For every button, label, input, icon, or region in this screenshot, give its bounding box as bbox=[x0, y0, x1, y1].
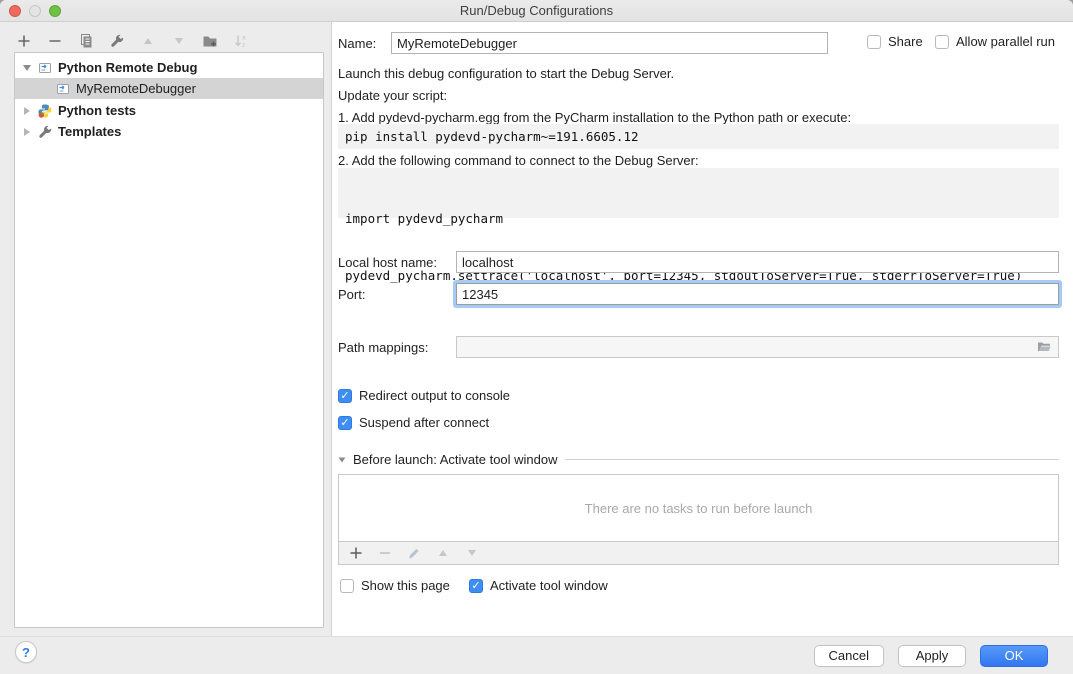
new-folder-icon[interactable] bbox=[202, 33, 218, 49]
wrench-icon bbox=[37, 124, 53, 140]
configurations-toolbar: az bbox=[16, 30, 249, 52]
checkbox-box[interactable] bbox=[338, 389, 352, 403]
activate-tool-window-checkbox[interactable]: Activate tool window bbox=[469, 578, 608, 593]
checkbox-box[interactable] bbox=[935, 35, 949, 49]
instruction-step-2: 2. Add the following command to connect … bbox=[338, 153, 699, 168]
checkbox-label: Suspend after connect bbox=[359, 415, 489, 430]
collapse-icon[interactable] bbox=[339, 457, 346, 462]
allow-parallel-run-checkbox[interactable]: Allow parallel run bbox=[935, 34, 1055, 49]
ok-button[interactable]: OK bbox=[980, 645, 1048, 667]
port-label: Port: bbox=[338, 287, 365, 302]
chevron-right-icon[interactable] bbox=[22, 128, 32, 136]
tree-item-label: Python Remote Debug bbox=[58, 60, 197, 75]
instruction-step-1: 1. Add pydevd-pycharm.egg from the PyCha… bbox=[338, 110, 851, 125]
checkbox-label: Share bbox=[888, 34, 923, 49]
svg-text:z: z bbox=[242, 42, 245, 49]
tree-item-templates[interactable]: Templates bbox=[15, 121, 323, 142]
local-host-label: Local host name: bbox=[338, 255, 437, 270]
checkbox-box[interactable] bbox=[338, 416, 352, 430]
title-bar: Run/Debug Configurations bbox=[0, 0, 1073, 22]
checkbox-box[interactable] bbox=[867, 35, 881, 49]
configuration-editor-panel: Name: Share Allow parallel run Launch th… bbox=[331, 22, 1073, 636]
edit-task-icon bbox=[406, 545, 422, 561]
remove-icon[interactable] bbox=[47, 33, 63, 49]
copy-icon[interactable] bbox=[78, 33, 94, 49]
move-task-up-icon bbox=[435, 545, 451, 561]
remote-debug-icon bbox=[55, 81, 71, 97]
move-down-icon bbox=[171, 33, 187, 49]
tree-item-label: Templates bbox=[58, 124, 121, 139]
tree-item-python-tests[interactable]: Python tests bbox=[15, 100, 323, 121]
section-rule bbox=[565, 459, 1059, 460]
dialog-button-bar: Cancel Apply OK bbox=[0, 636, 1073, 674]
move-up-icon bbox=[140, 33, 156, 49]
redirect-output-checkbox[interactable]: Redirect output to console bbox=[338, 388, 510, 403]
sort-alphabetically-icon: az bbox=[233, 33, 249, 49]
run-debug-configurations-dialog: Run/Debug Configurations az bbox=[0, 0, 1073, 674]
show-this-page-checkbox[interactable]: Show this page bbox=[340, 578, 450, 593]
move-task-down-icon bbox=[464, 545, 480, 561]
tree-item-myremotedebugger[interactable]: MyRemoteDebugger bbox=[15, 78, 323, 99]
checkbox-label: Activate tool window bbox=[490, 578, 608, 593]
tasks-toolbar bbox=[338, 542, 1059, 565]
checkbox-box[interactable] bbox=[340, 579, 354, 593]
edit-templates-icon[interactable] bbox=[109, 33, 125, 49]
before-launch-title: Before launch: Activate tool window bbox=[353, 452, 558, 467]
tree-item-label: MyRemoteDebugger bbox=[76, 81, 196, 96]
tree-item-python-remote-debug[interactable]: Python Remote Debug bbox=[15, 57, 323, 78]
path-mappings-label: Path mappings: bbox=[338, 340, 428, 355]
instruction-line-2: Update your script: bbox=[338, 88, 447, 103]
add-icon[interactable] bbox=[16, 33, 32, 49]
python-tests-icon bbox=[37, 103, 53, 119]
remote-debug-icon bbox=[37, 60, 53, 76]
configurations-tree: Python Remote Debug MyRemoteDebugger Pyt… bbox=[14, 52, 324, 628]
instruction-line-1: Launch this debug configuration to start… bbox=[338, 66, 674, 81]
before-launch-task-list: There are no tasks to run before launch bbox=[338, 474, 1059, 542]
tree-item-label: Python tests bbox=[58, 103, 136, 118]
browse-folder-icon[interactable] bbox=[1036, 339, 1054, 358]
before-launch-section-header[interactable]: Before launch: Activate tool window bbox=[338, 452, 1059, 467]
path-mappings-input[interactable] bbox=[456, 336, 1059, 358]
remove-task-icon bbox=[377, 545, 393, 561]
checkbox-box[interactable] bbox=[469, 579, 483, 593]
add-task-icon[interactable] bbox=[348, 545, 364, 561]
help-button[interactable]: ? bbox=[15, 641, 37, 663]
settrace-code-line-1: import pydevd_pycharm bbox=[345, 209, 1052, 228]
name-input[interactable] bbox=[391, 32, 828, 54]
cancel-button[interactable]: Cancel bbox=[814, 645, 884, 667]
share-checkbox[interactable]: Share bbox=[867, 34, 923, 49]
window-title: Run/Debug Configurations bbox=[0, 3, 1073, 18]
suspend-after-connect-checkbox[interactable]: Suspend after connect bbox=[338, 415, 489, 430]
apply-button[interactable]: Apply bbox=[898, 645, 966, 667]
name-label: Name: bbox=[338, 36, 376, 51]
pip-install-code: pip install pydevd-pycharm~=191.6605.12 bbox=[338, 124, 1059, 149]
port-input[interactable] bbox=[456, 283, 1059, 305]
checkbox-label: Redirect output to console bbox=[359, 388, 510, 403]
chevron-right-icon[interactable] bbox=[22, 107, 32, 115]
empty-tasks-message: There are no tasks to run before launch bbox=[585, 501, 813, 516]
local-host-input[interactable] bbox=[456, 251, 1059, 273]
chevron-down-icon[interactable] bbox=[22, 65, 32, 71]
settrace-code: import pydevd_pycharm pydevd_pycharm.set… bbox=[338, 168, 1059, 218]
checkbox-label: Show this page bbox=[361, 578, 450, 593]
checkbox-label: Allow parallel run bbox=[956, 34, 1055, 49]
svg-text:a: a bbox=[242, 35, 246, 42]
